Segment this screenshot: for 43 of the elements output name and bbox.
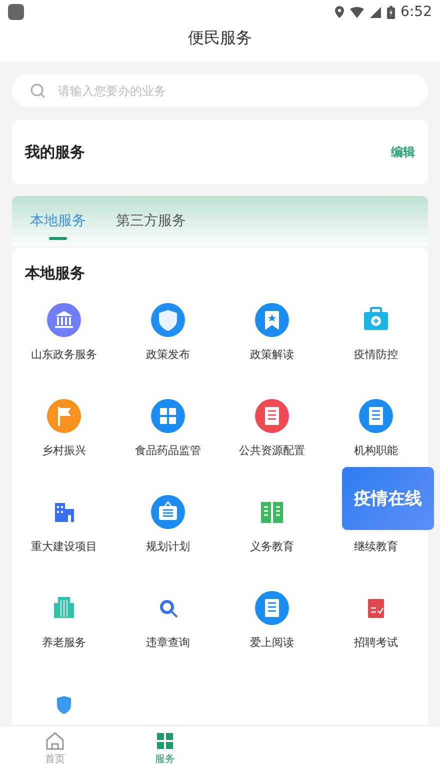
flag-icon[interactable] — [47, 399, 81, 433]
bookmark-icon[interactable] — [255, 303, 289, 337]
service-label[interactable]: 政策解读 — [250, 347, 294, 362]
search-icon — [30, 82, 46, 98]
service-label[interactable]: 养老服务 — [42, 635, 86, 650]
document-icon[interactable] — [255, 399, 289, 433]
banner-title: 疫情在线 — [354, 488, 422, 510]
shield-icon[interactable] — [151, 303, 185, 337]
grid-icon[interactable] — [151, 399, 185, 433]
document-icon[interactable] — [359, 399, 393, 433]
service-label[interactable]: 公共资源配置 — [239, 443, 305, 458]
service-label[interactable]: 疫情防控 — [354, 347, 398, 362]
service-label[interactable]: 规划计划 — [146, 539, 190, 554]
wifi-icon — [350, 6, 364, 18]
nav-item[interactable]: 服务 — [110, 726, 220, 770]
service-label[interactable]: 继续教育 — [354, 539, 398, 554]
search-bar[interactable]: 请输入您要办的业务 — [12, 74, 428, 107]
signal-icon — [370, 6, 381, 18]
tab[interactable]: 第三方服务 — [116, 208, 186, 240]
service-label[interactable]: 重大建设项目 — [31, 539, 97, 554]
section-title: 我的服务 — [25, 142, 85, 162]
service-label[interactable]: 政策发布 — [146, 347, 190, 362]
promo-banner[interactable]: 疫情在线 — [342, 467, 434, 530]
service-label[interactable]: 食品药品监管 — [135, 443, 201, 458]
service-label[interactable]: 爱上阅读 — [250, 635, 294, 650]
service-label[interactable]: 义务教育 — [250, 539, 294, 554]
location-icon — [334, 6, 344, 18]
service-label[interactable]: 违章查询 — [146, 635, 190, 650]
page-title: 便民服务 — [188, 28, 252, 49]
notification-icon — [8, 4, 24, 20]
search-field[interactable]: 请输入您要办的业务 — [56, 82, 410, 98]
section-title: 本地服务 — [24, 264, 86, 283]
bank-icon[interactable] — [47, 303, 81, 337]
service-label[interactable]: 山东政务服务 — [31, 347, 97, 362]
status-time: 6:52 — [400, 4, 432, 20]
battery-icon — [386, 6, 395, 18]
service-label[interactable]: 招聘考试 — [354, 635, 398, 650]
document-icon[interactable] — [255, 591, 289, 625]
grid-icon — [155, 730, 175, 750]
board-icon[interactable] — [151, 495, 185, 529]
home-icon — [45, 730, 65, 750]
service-label[interactable]: 乡村振兴 — [42, 443, 86, 458]
service-label[interactable]: 机构职能 — [354, 443, 398, 458]
